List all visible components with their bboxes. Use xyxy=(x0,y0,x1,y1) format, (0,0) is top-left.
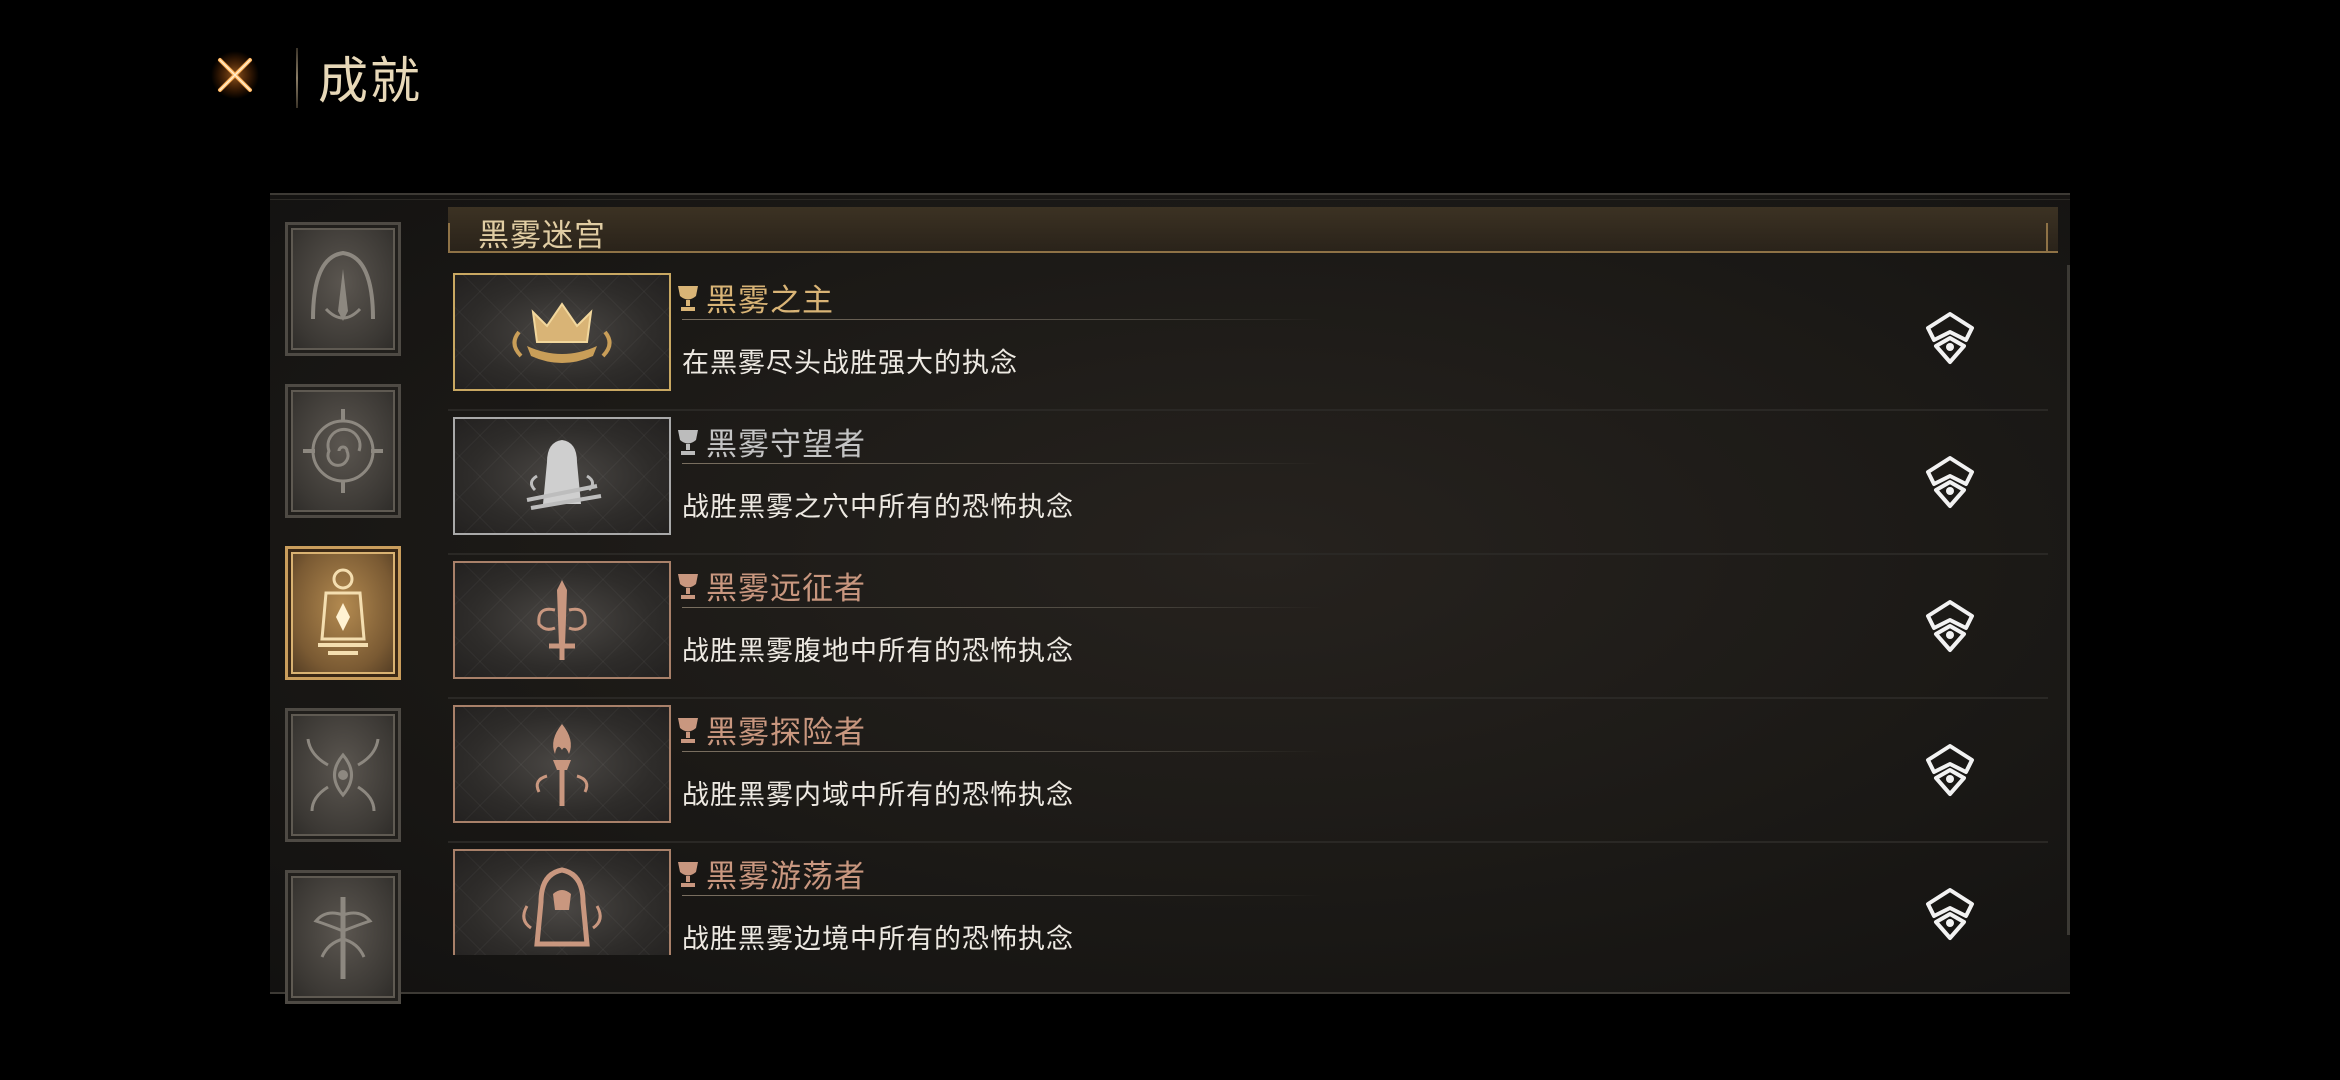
category-tab-3[interactable] xyxy=(285,546,401,680)
section-title-bar: 黑雾迷宫 xyxy=(448,207,2058,254)
achievement-name: 黑雾守望者 xyxy=(706,427,866,463)
hooded-wanderer-icon xyxy=(522,867,602,947)
header-divider xyxy=(296,48,298,108)
hooded-figure-icon xyxy=(526,440,602,510)
sword-emblem-icon xyxy=(537,580,587,660)
scrollbar[interactable] xyxy=(2067,265,2070,935)
name-divider xyxy=(682,751,1322,752)
achievement-panel: 黑雾迷宫 黑雾之主 在黑雾尽头战胜强大的执念 黑雾守望者 战胜黑雾之穴中所有的恐… xyxy=(270,193,2070,1004)
achievement-badge xyxy=(453,417,671,535)
trophy-cup-icon xyxy=(678,862,698,887)
reward-emblem-icon[interactable] xyxy=(1922,454,1978,510)
crown-icon xyxy=(512,302,612,363)
achievement-description: 战胜黑雾边境中所有的恐怖执念 xyxy=(682,924,1074,955)
category-tab-4[interactable] xyxy=(285,708,401,842)
spiral-compass-icon xyxy=(303,409,383,493)
flame-torch-icon xyxy=(535,724,589,806)
achievement-row[interactable]: 黑雾游荡者 战胜黑雾边境中所有的恐怖执念 xyxy=(448,841,2048,955)
achievement-badge xyxy=(453,273,671,391)
arch-spike-icon xyxy=(311,250,375,321)
achievement-description: 在黑雾尽头战胜强大的执念 xyxy=(682,348,1018,379)
close-button[interactable] xyxy=(210,50,260,100)
achievement-badge xyxy=(453,705,671,823)
achievement-badge xyxy=(453,849,671,955)
category-tab-5[interactable] xyxy=(285,870,401,1004)
trophy-cup-icon xyxy=(678,718,698,743)
achievement-name: 黑雾游荡者 xyxy=(706,859,866,895)
lantern-icon xyxy=(318,568,368,655)
category-tab-1[interactable] xyxy=(285,222,401,356)
winged-eye-icon xyxy=(306,738,380,812)
reward-emblem-icon[interactable] xyxy=(1922,310,1978,366)
name-divider xyxy=(682,895,1322,896)
achievement-list: 黑雾之主 在黑雾尽头战胜强大的执念 黑雾守望者 战胜黑雾之穴中所有的恐怖执念 黑… xyxy=(448,265,2048,955)
tree-sword-icon xyxy=(313,897,373,979)
close-x-icon xyxy=(211,51,259,99)
name-divider xyxy=(682,607,1322,608)
reward-emblem-icon[interactable] xyxy=(1922,598,1978,654)
achievement-description: 战胜黑雾之穴中所有的恐怖执念 xyxy=(682,492,1074,523)
achievement-badge xyxy=(453,561,671,679)
name-divider xyxy=(682,463,1322,464)
achievement-name: 黑雾之主 xyxy=(706,283,834,319)
section-title: 黑雾迷宫 xyxy=(478,218,606,254)
achievement-name: 黑雾远征者 xyxy=(706,571,866,607)
achievement-description: 战胜黑雾腹地中所有的恐怖执念 xyxy=(682,636,1074,667)
trophy-cup-icon xyxy=(678,574,698,599)
reward-emblem-icon[interactable] xyxy=(1922,742,1978,798)
page-title: 成就 xyxy=(318,52,422,110)
achievement-name: 黑雾探险者 xyxy=(706,715,866,751)
category-tab-2[interactable] xyxy=(285,384,401,518)
name-divider xyxy=(682,319,1322,320)
achievement-row[interactable]: 黑雾之主 在黑雾尽头战胜强大的执念 xyxy=(448,265,2048,411)
achievement-row[interactable]: 黑雾守望者 战胜黑雾之穴中所有的恐怖执念 xyxy=(448,409,2048,555)
achievement-description: 战胜黑雾内域中所有的恐怖执念 xyxy=(682,780,1074,811)
trophy-cup-icon xyxy=(678,286,698,311)
achievement-row[interactable]: 黑雾探险者 战胜黑雾内域中所有的恐怖执念 xyxy=(448,697,2048,843)
reward-emblem-icon[interactable] xyxy=(1922,886,1978,942)
trophy-cup-icon xyxy=(678,430,698,455)
achievement-row[interactable]: 黑雾远征者 战胜黑雾腹地中所有的恐怖执念 xyxy=(448,553,2048,699)
